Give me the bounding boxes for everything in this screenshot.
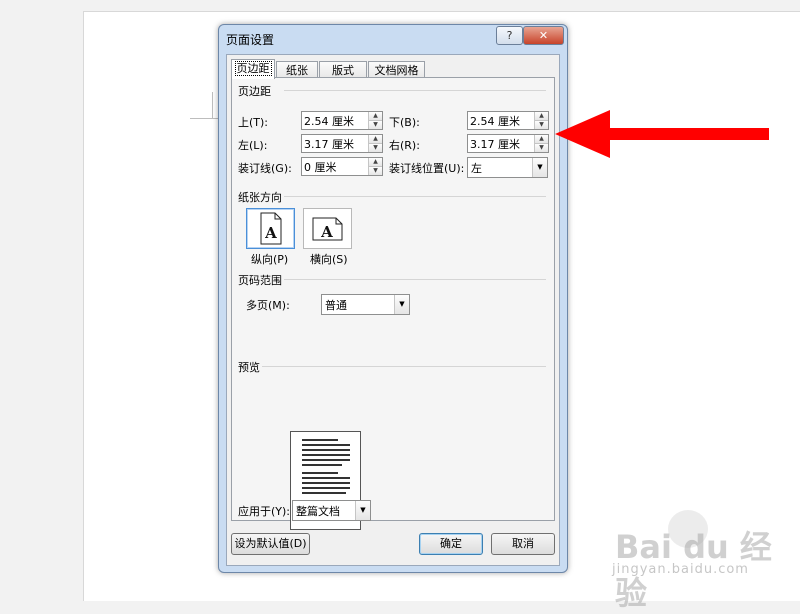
spin-value: 3.17 厘米 xyxy=(470,138,520,151)
right-margin-label: 右(R): xyxy=(389,139,420,152)
gutter-position-select[interactable]: 左 ▼ xyxy=(467,157,548,178)
pages-group-title: 页码范围 xyxy=(238,274,282,287)
dialog-client-area: 页边距 纸张 版式 文档网格 页边距 上(T): 2.54 厘米 ▲ ▼ 下(B… xyxy=(226,54,560,566)
gutter-input[interactable]: 0 厘米 ▲ ▼ xyxy=(301,157,383,176)
top-margin-label: 上(T): xyxy=(238,116,269,129)
tab-label: 纸张 xyxy=(286,64,308,77)
margins-group-title: 页边距 xyxy=(238,85,271,98)
select-value: 左 xyxy=(471,162,482,175)
tab-margins[interactable]: 页边距 xyxy=(231,59,275,79)
bottom-margin-label: 下(B): xyxy=(389,116,420,129)
preview-text-line xyxy=(302,472,338,474)
help-button[interactable]: ? xyxy=(496,26,523,45)
annotation-arrow-icon xyxy=(555,110,610,158)
landscape-page-icon: A xyxy=(312,217,343,241)
cancel-button[interactable]: 取消 xyxy=(491,533,555,555)
spin-value: 3.17 厘米 xyxy=(304,138,354,151)
spin-up-icon[interactable]: ▲ xyxy=(535,135,548,144)
spin-down-icon[interactable]: ▼ xyxy=(535,121,548,129)
spin-up-icon[interactable]: ▲ xyxy=(369,112,382,121)
top-margin-input[interactable]: 2.54 厘米 ▲ ▼ xyxy=(301,111,383,130)
annotation-arrow-shaft xyxy=(607,128,769,140)
multiple-pages-select[interactable]: 普通 ▼ xyxy=(321,294,410,315)
group-divider xyxy=(262,366,546,367)
margin-marker-vertical xyxy=(212,92,213,119)
group-divider xyxy=(284,279,546,280)
select-value: 普通 xyxy=(325,299,347,312)
button-label: 取消 xyxy=(512,537,534,550)
apply-to-label: 应用于(Y): xyxy=(238,505,291,518)
preview-group-title: 预览 xyxy=(238,361,260,374)
gutter-label: 装订线(G): xyxy=(238,162,292,175)
spin-value: 2.54 厘米 xyxy=(304,115,354,128)
preview-text-line xyxy=(302,477,350,479)
apply-to-select[interactable]: 整篇文档 ▼ xyxy=(292,500,371,521)
spin-down-icon[interactable]: ▼ xyxy=(535,144,548,152)
left-margin-label: 左(L): xyxy=(238,139,268,152)
group-divider xyxy=(284,196,546,197)
dialog-title: 页面设置 xyxy=(226,33,275,47)
spin-up-icon[interactable]: ▲ xyxy=(369,135,382,144)
page-setup-dialog: 页面设置 ? ✕ 页边距 纸张 版式 文档网格 页边距 上(T): 2.54 厘… xyxy=(218,24,568,573)
margins-tab-pane: 页边距 上(T): 2.54 厘米 ▲ ▼ 下(B): 2.54 厘米 ▲ ▼ … xyxy=(231,77,555,530)
portrait-button[interactable]: A xyxy=(246,208,295,249)
spin-down-icon[interactable]: ▼ xyxy=(369,167,382,175)
bottom-margin-input[interactable]: 2.54 厘米 ▲ ▼ xyxy=(467,111,549,130)
button-label: 确定 xyxy=(440,537,462,550)
preview-text-line xyxy=(302,487,350,489)
spin-up-icon[interactable]: ▲ xyxy=(535,112,548,121)
portrait-page-icon: A xyxy=(260,212,282,245)
help-icon: ? xyxy=(506,29,513,42)
multiple-pages-label: 多页(M): xyxy=(246,299,290,312)
spin-down-icon[interactable]: ▼ xyxy=(369,144,382,152)
preview-text-line xyxy=(302,439,338,441)
preview-text-line xyxy=(302,449,350,451)
group-divider xyxy=(284,90,546,91)
spin-buttons: ▲ ▼ xyxy=(368,135,382,152)
select-value: 整篇文档 xyxy=(296,505,340,518)
spin-value: 2.54 厘米 xyxy=(470,115,520,128)
chevron-down-icon[interactable]: ▼ xyxy=(355,501,370,520)
spin-up-icon[interactable]: ▲ xyxy=(369,158,382,167)
preview-text-line xyxy=(302,492,346,494)
portrait-label: 纵向(P) xyxy=(251,253,289,266)
preview-text-line xyxy=(302,454,350,456)
preview-text-line xyxy=(302,482,350,484)
spin-buttons: ▲ ▼ xyxy=(368,158,382,175)
chevron-down-icon[interactable]: ▼ xyxy=(394,295,409,314)
set-as-default-button[interactable]: 设为默认值(D) xyxy=(231,533,310,555)
preview-text-line xyxy=(302,459,350,461)
landscape-button[interactable]: A xyxy=(303,208,352,249)
svg-text:A: A xyxy=(320,223,333,241)
preview-text-line xyxy=(302,464,342,466)
svg-text:A: A xyxy=(264,224,277,242)
chevron-down-icon[interactable]: ▼ xyxy=(532,158,547,177)
gutter-position-label: 装订线位置(U): xyxy=(389,162,465,175)
spin-buttons: ▲ ▼ xyxy=(534,112,548,129)
close-button[interactable]: ✕ xyxy=(523,26,564,45)
watermark-url: jingyan.baidu.com xyxy=(612,562,749,577)
orientation-group-title: 纸张方向 xyxy=(238,191,282,204)
button-label: 设为默认值(D) xyxy=(234,537,307,550)
preview-text-line xyxy=(302,444,350,446)
spin-value: 0 厘米 xyxy=(304,161,337,174)
spin-buttons: ▲ ▼ xyxy=(534,135,548,152)
tab-label: 文档网格 xyxy=(374,64,419,77)
dialog-titlebar: 页面设置 ? ✕ xyxy=(219,25,567,51)
tab-label: 版式 xyxy=(332,64,354,77)
close-icon: ✕ xyxy=(538,29,549,42)
left-margin-input[interactable]: 3.17 厘米 ▲ ▼ xyxy=(301,134,383,153)
ok-button[interactable]: 确定 xyxy=(419,533,483,555)
margin-marker-horizontal xyxy=(190,118,218,119)
spin-down-icon[interactable]: ▼ xyxy=(369,121,382,129)
spin-buttons: ▲ ▼ xyxy=(368,112,382,129)
right-margin-input[interactable]: 3.17 厘米 ▲ ▼ xyxy=(467,134,549,153)
tab-label: 页边距 xyxy=(234,61,272,76)
landscape-label: 横向(S) xyxy=(310,253,348,266)
